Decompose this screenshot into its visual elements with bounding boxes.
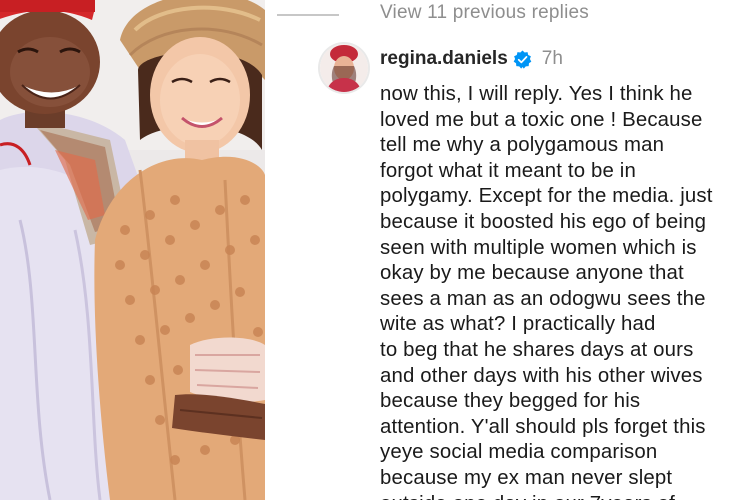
comment-header: regina.daniels 7h: [380, 46, 563, 72]
comment-line: sees a man as an odogwu sees the: [380, 287, 706, 310]
comment-line: because they begged for his: [380, 390, 641, 413]
comment-line: polygamy. Except for the media. just: [380, 185, 713, 208]
comment-line: now this, I will reply. Yes I think he: [380, 83, 693, 105]
verified-badge-icon: [513, 49, 532, 69]
comment-line: to beg that he shares days at ours: [380, 338, 694, 361]
comment-line: and other days with his other wives: [380, 364, 703, 387]
avatar[interactable]: [320, 44, 368, 92]
comment-line: outside one day in our 7years of: [380, 492, 740, 500]
couple-photo: [0, 0, 265, 500]
view-previous-replies-label[interactable]: View 11 previous replies: [380, 2, 589, 24]
comment-body: now this, I will reply. Yes I think he l…: [380, 82, 740, 500]
comment-line: wite as what? I practically had: [380, 313, 656, 336]
comment-line: tell me why a polygamous man: [380, 134, 665, 157]
comment-line: forgot what it meant to be in: [380, 159, 636, 182]
comment-line: because my ex man never slept: [380, 466, 673, 489]
photo-divider: [265, 0, 277, 500]
comment-username[interactable]: regina.daniels: [380, 48, 508, 70]
comment-line: yeye social media comparison: [380, 441, 658, 464]
comment-line: because it boosted his ego of being: [380, 210, 707, 233]
comment-timestamp: 7h: [541, 48, 563, 69]
comment-line: attention. Y'all should pls forget this: [380, 415, 706, 438]
comment-thread: View 11 previous replies regina.daniels …: [277, 0, 740, 500]
comment-line: okay by me because anyone that: [380, 262, 684, 285]
comment-line: loved me but a toxic one ! Because: [380, 108, 703, 131]
reply-thread-line: [277, 14, 339, 16]
comment-line: seen with multiple women which is: [380, 236, 697, 259]
